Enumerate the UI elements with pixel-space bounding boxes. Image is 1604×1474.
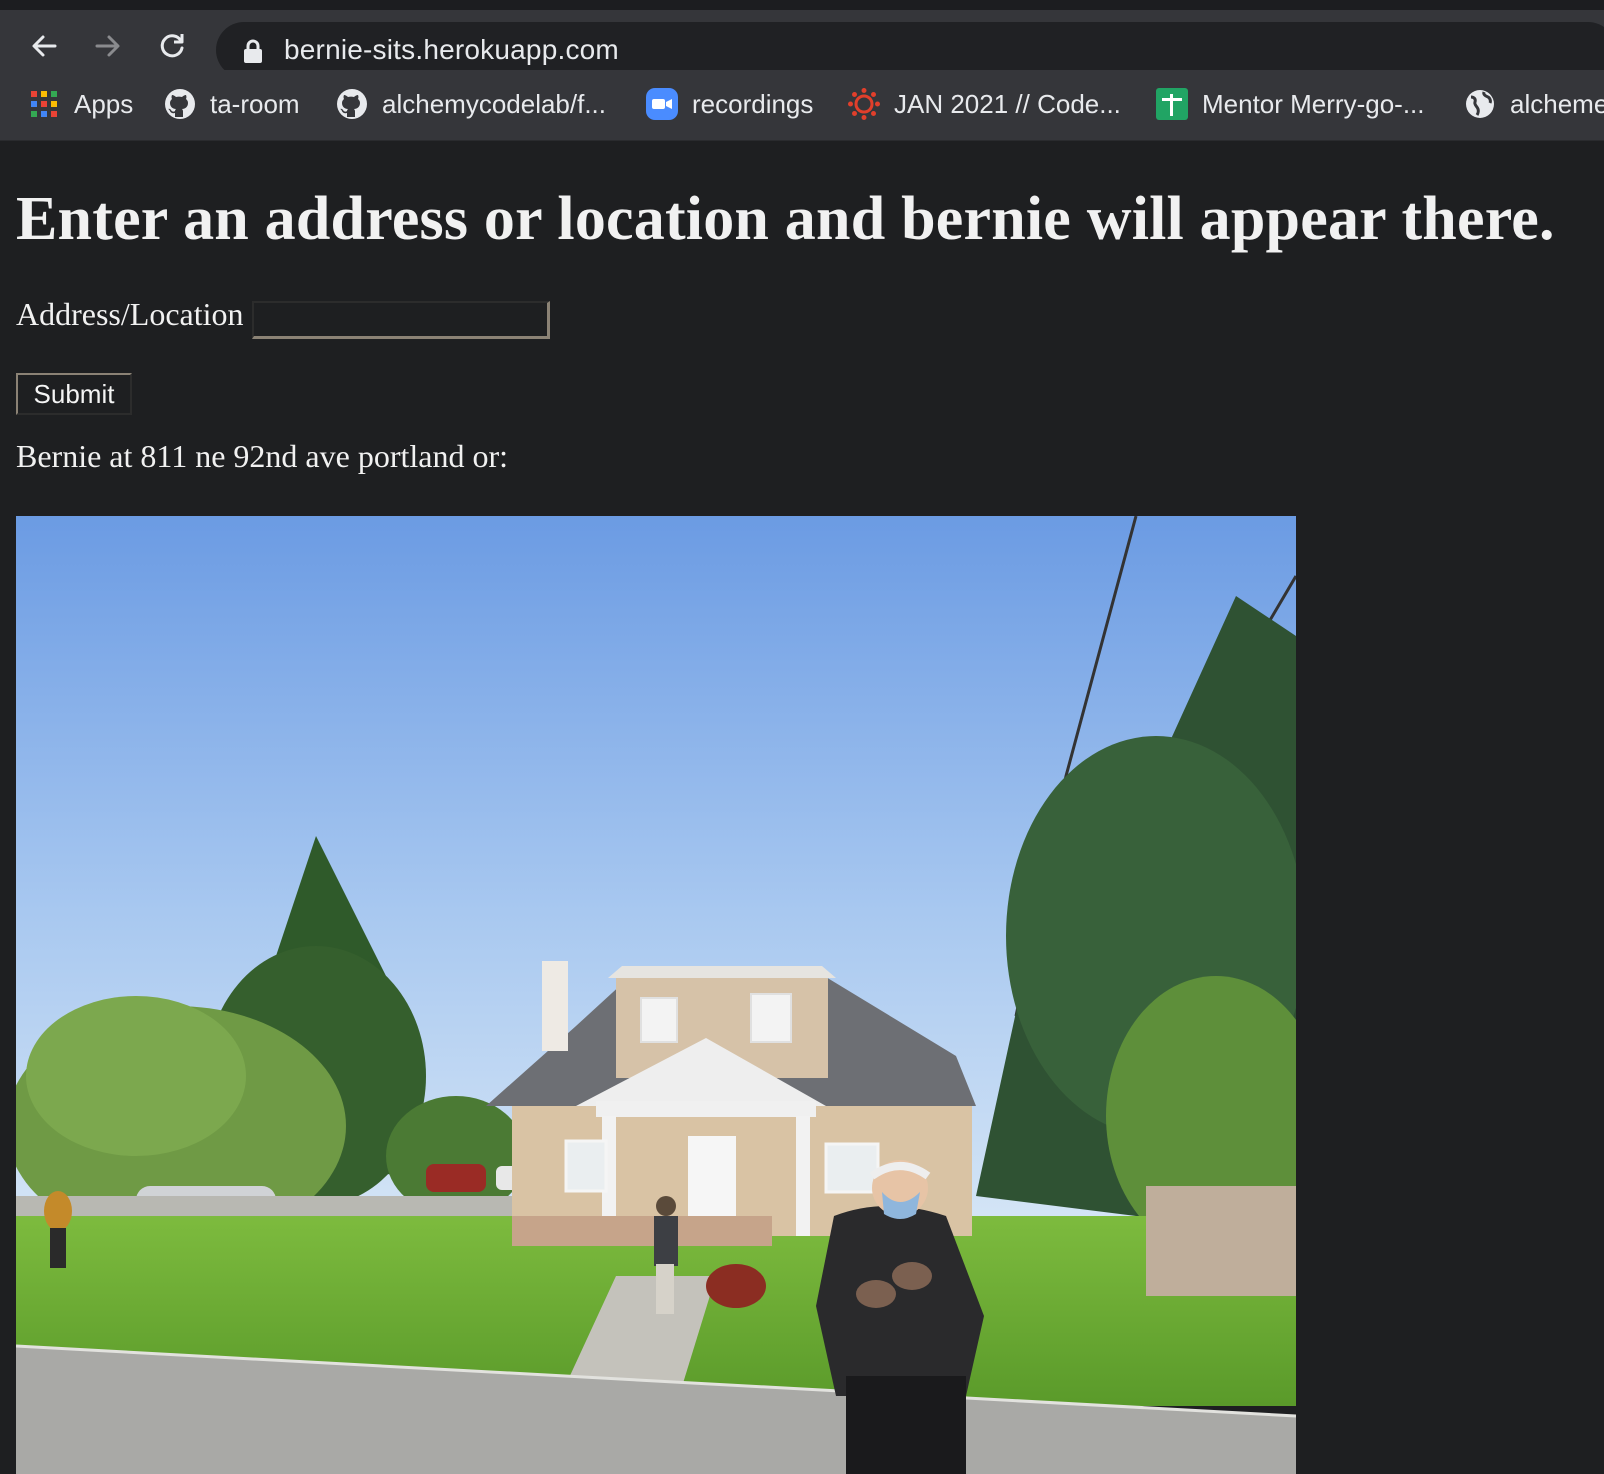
- apps-grid-icon: [28, 88, 60, 120]
- bookmarks-bar: Apps ta-room alchemycodelab/f... recordi…: [0, 70, 1604, 141]
- bookmark-recordings[interactable]: recordings: [646, 84, 813, 124]
- bookmark-label: ta-room: [210, 88, 300, 119]
- address-label: Address/Location: [16, 296, 244, 332]
- bookmark-label: alcheme: [1510, 88, 1604, 119]
- github-icon: [336, 88, 368, 120]
- bookmark-ta-room[interactable]: ta-room: [164, 84, 300, 124]
- browser-toolbar: bernie-sits.herokuapp.com: [0, 10, 1604, 78]
- bookmark-label: alchemycodelab/f...: [382, 88, 607, 119]
- bookmark-mentor[interactable]: Mentor Merry-go-...: [1156, 84, 1425, 124]
- google-sheets-icon: [1156, 88, 1188, 120]
- reload-icon: [160, 34, 184, 58]
- arrow-left-icon: [32, 35, 57, 57]
- bookmark-alcheme[interactable]: alcheme: [1464, 84, 1604, 124]
- arrow-right-icon: [95, 35, 120, 57]
- bookmark-label: Mentor Merry-go-...: [1202, 88, 1425, 119]
- bookmark-alchemycodelab[interactable]: alchemycodelab/f...: [336, 84, 606, 124]
- bookmark-label: Apps: [74, 88, 134, 119]
- bookmark-jan-2021[interactable]: JAN 2021 // Code...: [848, 84, 1121, 124]
- submit-button[interactable]: Submit: [16, 373, 132, 415]
- bookmark-label: recordings: [692, 88, 814, 119]
- canvas-icon: [848, 88, 880, 120]
- zoom-video-icon: [646, 88, 678, 120]
- forward-button[interactable]: [88, 26, 128, 66]
- reload-button[interactable]: [152, 26, 192, 66]
- back-button[interactable]: [24, 26, 64, 66]
- result-caption: Bernie at 811 ne 92nd ave portland or:: [16, 438, 508, 474]
- address-input[interactable]: [252, 301, 550, 339]
- page-content: Enter an address or location and bernie …: [0, 141, 1604, 1474]
- url-text: bernie-sits.herokuapp.com: [284, 34, 619, 65]
- globe-icon: [1464, 88, 1496, 120]
- bernie-street-view-image: [16, 516, 1296, 1474]
- github-icon: [164, 88, 196, 120]
- bookmark-apps[interactable]: Apps: [28, 84, 133, 124]
- lock-icon: [244, 39, 262, 63]
- bookmark-label: JAN 2021 // Code...: [894, 88, 1121, 119]
- page-title: Enter an address or location and bernie …: [16, 185, 1555, 253]
- tab-strip: [0, 0, 1604, 10]
